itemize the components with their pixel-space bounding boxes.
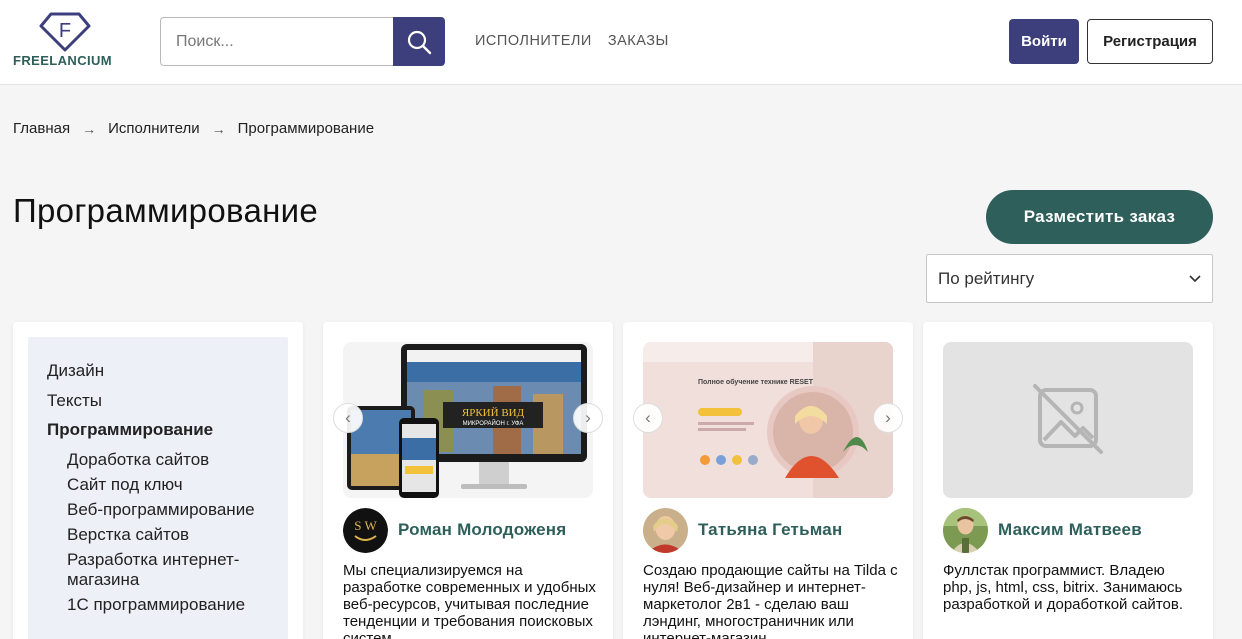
chevron-left-icon: ‹ <box>345 408 351 427</box>
svg-text:S W: S W <box>354 518 377 533</box>
portfolio-image[interactable]: Полное обучение технике RESET <box>643 342 893 498</box>
nav-link-orders[interactable]: ЗАКАЗЫ <box>608 33 669 49</box>
subcategory-site-improvement[interactable]: Доработка сайтов <box>47 450 288 470</box>
performer-description: Мы специализируемся на разработке соврем… <box>343 562 596 639</box>
performer-name[interactable]: Роман Молодоженя <box>398 520 566 540</box>
performer-description: Создаю продающие сайты на Tilda с нуля! … <box>643 562 898 639</box>
breadcrumb-current: Программирование <box>237 120 375 137</box>
main-nav: ИСПОЛНИТЕЛИ ЗАКАЗЫ <box>475 33 669 49</box>
subcategory-web-programming[interactable]: Веб-программирование <box>47 500 288 520</box>
subcategory-turnkey-site[interactable]: Сайт под ключ <box>47 475 288 495</box>
breadcrumb-performers[interactable]: Исполнители <box>108 120 200 137</box>
no-image-icon <box>943 342 1193 498</box>
nav-link-performers[interactable]: ИСПОЛНИТЕЛИ <box>475 33 592 49</box>
place-order-button[interactable]: Разместить заказ <box>986 190 1213 244</box>
page-title: Программирование <box>13 192 319 229</box>
portfolio-image-placeholder <box>943 342 1193 498</box>
category-texts[interactable]: Тексты <box>47 386 288 416</box>
subcategory-1c[interactable]: 1С программирование <box>47 595 288 615</box>
chevron-right-icon: › <box>585 408 591 427</box>
performer-card: Полное обучение технике RESET ‹ › Татьян… <box>623 322 913 639</box>
avatar[interactable] <box>943 508 988 553</box>
subcategory-online-store[interactable]: Разработка интернет-магазина <box>47 550 288 590</box>
chevron-right-icon: › <box>885 408 891 427</box>
carousel-prev-button[interactable]: ‹ <box>333 403 363 433</box>
subcategory-layout[interactable]: Верстка сайтов <box>47 525 288 545</box>
breadcrumb: Главная → Исполнители → Программирование <box>13 120 374 137</box>
avatar[interactable]: S W <box>343 508 388 553</box>
performer-name[interactable]: Максим Матвеев <box>998 520 1142 540</box>
sort-selected-value: По рейтингу <box>938 268 1035 288</box>
carousel-prev-button[interactable]: ‹ <box>633 403 663 433</box>
category-list: Дизайн Тексты Программирование Доработка… <box>28 337 288 639</box>
logo[interactable]: F FREELANCIUM <box>13 12 117 70</box>
search-input[interactable] <box>160 17 394 66</box>
avatar[interactable] <box>643 508 688 553</box>
search-button[interactable] <box>393 17 445 66</box>
search-bar <box>160 17 445 66</box>
chevron-down-icon <box>1189 274 1201 282</box>
breadcrumb-home[interactable]: Главная <box>13 120 70 137</box>
search-icon <box>407 30 432 54</box>
register-button[interactable]: Регистрация <box>1087 19 1213 64</box>
sort-select[interactable]: По рейтингу <box>926 254 1213 303</box>
portfolio-image[interactable]: ЯРКИЙ ВИД МИКРОРАЙОН г. УФА <box>343 342 593 498</box>
category-sidebar: Дизайн Тексты Программирование Доработка… <box>13 322 303 639</box>
login-button[interactable]: Войти <box>1009 19 1079 64</box>
arrow-right-icon: → <box>82 120 97 137</box>
svg-text:Полное обучение технике RESET: Полное обучение технике RESET <box>698 378 814 386</box>
svg-text:ЯРКИЙ ВИД: ЯРКИЙ ВИД <box>462 407 525 419</box>
performer-card: ЯРКИЙ ВИД МИКРОРАЙОН г. УФА ‹ › S W Рома… <box>323 322 613 639</box>
performer-card: Максим Матвеев Фуллстак программист. Вла… <box>923 322 1213 639</box>
category-programming[interactable]: Программирование <box>47 415 288 445</box>
svg-text:МИКРОРАЙОН г. УФА: МИКРОРАЙОН г. УФА <box>463 419 524 427</box>
logo-text: FREELANCIUM <box>13 53 113 68</box>
arrow-right-icon: → <box>211 120 226 137</box>
carousel-next-button[interactable]: › <box>873 403 903 433</box>
performer-name[interactable]: Татьяна Гетьман <box>698 520 842 540</box>
chevron-left-icon: ‹ <box>645 408 651 427</box>
diamond-logo-icon: F <box>39 12 91 52</box>
category-design[interactable]: Дизайн <box>47 356 288 386</box>
svg-text:F: F <box>59 20 71 42</box>
site-header: F FREELANCIUM ИСПОЛНИТЕЛИ ЗАКАЗЫ Войти Р… <box>0 0 1242 85</box>
performer-description: Фуллстак программист. Владею php, js, ht… <box>943 562 1183 613</box>
carousel-next-button[interactable]: › <box>573 403 603 433</box>
